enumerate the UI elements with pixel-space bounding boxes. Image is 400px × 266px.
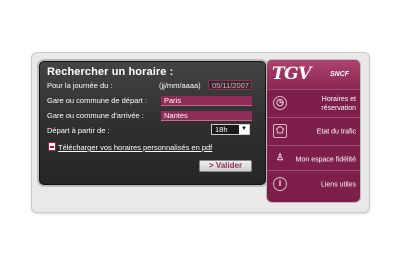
pdf-download-link[interactable]: Télécharger vos horaires personnalisés e… — [58, 143, 212, 152]
sncf-logo: SNCF — [330, 71, 350, 78]
france-map-icon: ⬠ — [273, 124, 287, 138]
pdf-icon — [48, 142, 56, 151]
info-icon: i — [273, 177, 287, 191]
person-icon: ♙ — [275, 152, 285, 162]
departure-label: Gare ou commune de départ : — [47, 96, 148, 105]
search-title: Rechercher un horaire : — [47, 66, 174, 78]
sidebar-item-fidelite[interactable]: ♙ Mon espace fidélité — [267, 145, 360, 173]
arrival-label: Gare ou commune d'arrivée : — [47, 111, 144, 120]
date-input[interactable]: 05/11/2007 — [208, 80, 252, 90]
sidebar-item-trafic[interactable]: ⬠ Etat du trafic — [267, 117, 360, 145]
tgv-logo: TGV — [272, 64, 311, 84]
time-label: Départ à partir de : — [47, 126, 110, 135]
time-select[interactable]: 18h ▼ — [211, 124, 250, 135]
sidebar-item-liens[interactable]: i Liens utiles — [267, 170, 360, 198]
sidebar-item-label: Etat du trafic — [316, 128, 356, 135]
chevron-down-icon[interactable]: ▼ — [239, 125, 249, 134]
date-label: Pour la journée du : — [47, 81, 113, 90]
arrival-input[interactable]: Nantes — [161, 111, 252, 121]
validate-button[interactable]: > Valider — [199, 160, 252, 172]
sidebar-item-label: Mon espace fidélité — [295, 156, 356, 163]
date-format-hint: (jj/mm/aaaa) — [159, 81, 201, 90]
clock-icon: ◷ — [273, 96, 287, 110]
sidebar-item-horaires[interactable]: ◷ Horaires et réservation — [267, 89, 360, 117]
departure-input[interactable]: Paris — [161, 96, 252, 106]
sidebar-item-label: Horaires et réservation — [321, 95, 356, 112]
sidebar-item-label: Liens utiles — [320, 181, 356, 188]
time-select-value: 18h — [215, 125, 228, 134]
